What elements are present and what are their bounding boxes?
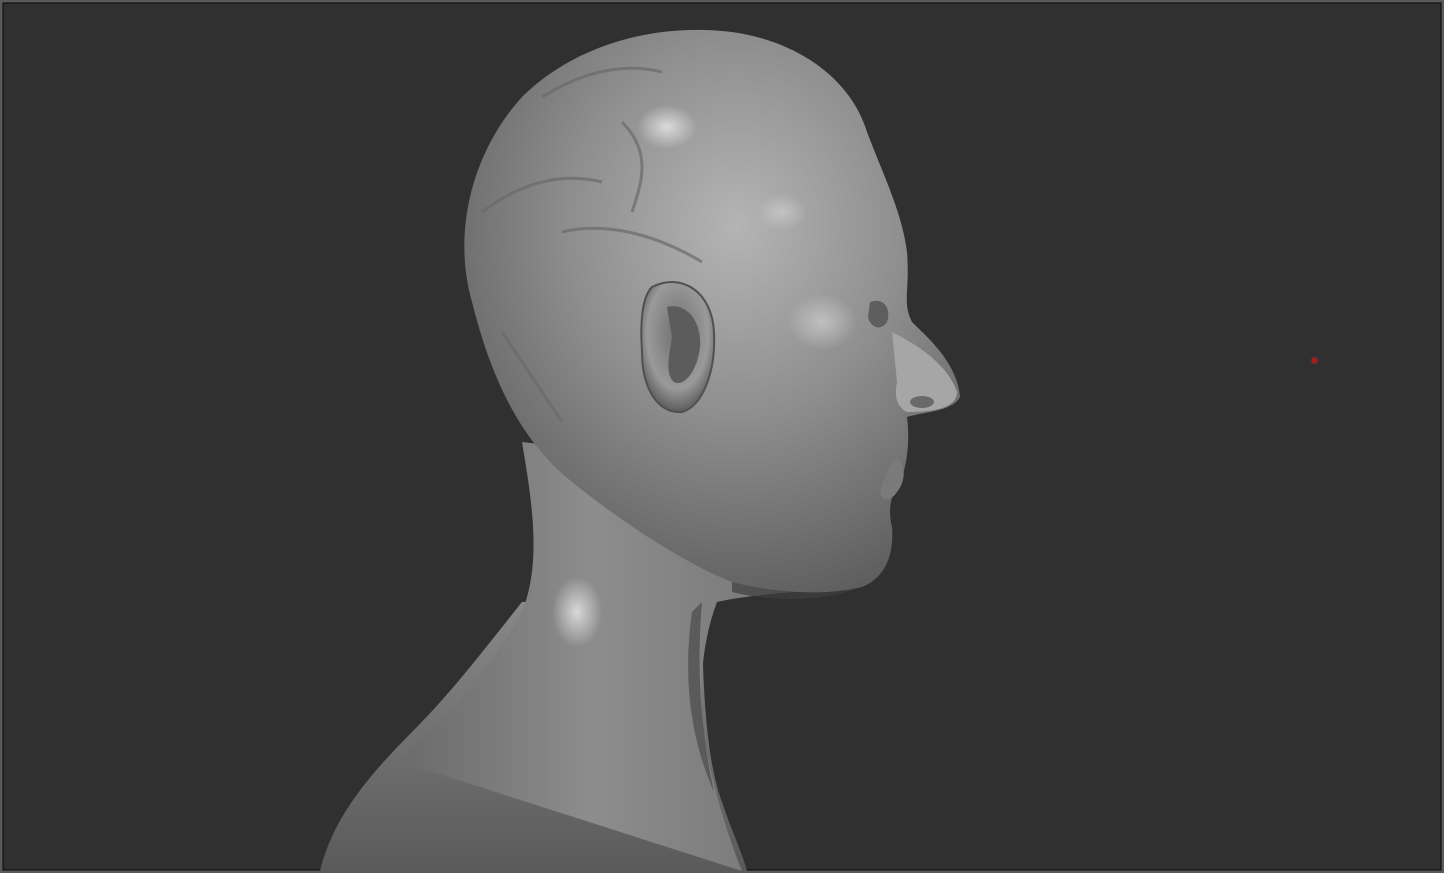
- sculpted-head-bust-icon[interactable]: [2, 2, 1442, 871]
- highlight-crown: [637, 105, 697, 149]
- nostril-shape: [910, 396, 934, 408]
- highlight-temple: [757, 194, 807, 230]
- highlight-cheek: [787, 294, 857, 350]
- pivot-point-icon: [1312, 358, 1317, 363]
- highlight-neck: [552, 577, 602, 647]
- sculpt-viewport[interactable]: [0, 0, 1444, 873]
